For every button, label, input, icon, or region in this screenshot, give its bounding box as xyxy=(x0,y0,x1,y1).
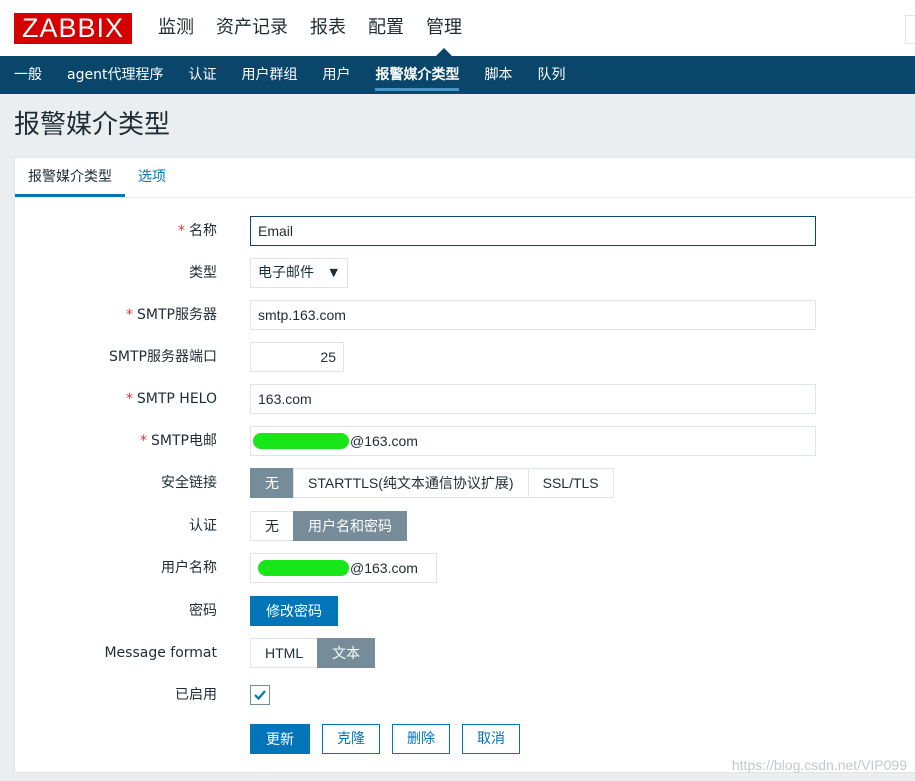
tab-media-type[interactable]: 报警媒介类型 xyxy=(15,158,125,197)
row-type: 类型 电子邮件 ▼ xyxy=(15,258,895,288)
smtp-helo-label: * SMTP HELO xyxy=(125,391,217,407)
clone-button[interactable]: 克隆 xyxy=(322,724,380,754)
enabled-label: 已启用 xyxy=(175,687,217,703)
subnav-media-types[interactable]: 报警媒介类型 xyxy=(375,56,460,94)
form-actions: 更新 克隆 删除 取消 xyxy=(15,724,895,754)
subnav-general[interactable]: 一般 xyxy=(14,56,42,94)
row-smtp-email: * SMTP电邮 @163.com xyxy=(15,426,895,456)
menu-monitoring[interactable]: 监测 xyxy=(158,0,194,56)
checkmark-icon xyxy=(254,690,266,701)
auth-option-none[interactable]: 无 xyxy=(250,511,294,541)
message-format-option-html[interactable]: HTML xyxy=(250,638,319,668)
name-label: * 名称 xyxy=(178,223,217,239)
message-format-segmented-control: HTML 文本 xyxy=(250,638,376,668)
subnav-scripts[interactable]: 脚本 xyxy=(484,56,512,94)
row-authentication: 认证 无 用户名和密码 xyxy=(15,511,895,541)
password-label: 密码 xyxy=(189,603,217,619)
top-header: ZABBIX 监测 资产记录 报表 配置 管理 xyxy=(0,0,915,56)
subnav-users[interactable]: 用户 xyxy=(322,56,350,94)
cancel-button[interactable]: 取消 xyxy=(462,724,520,754)
required-asterisk: * xyxy=(126,307,134,323)
redaction-mark xyxy=(253,433,349,449)
media-type-form-panel: 报警媒介类型 选项 * 名称 Email 类型 电子邮件 ▼ * SMTP服务器 s… xyxy=(14,157,915,773)
tab-options[interactable]: 选项 xyxy=(125,158,179,197)
subnav-user-groups[interactable]: 用户群组 xyxy=(241,56,297,94)
row-smtp-server: * SMTP服务器 smtp.163.com xyxy=(15,300,895,330)
auth-segmented-control: 无 用户名和密码 xyxy=(250,511,407,541)
security-label: 安全链接 xyxy=(161,475,217,491)
update-button[interactable]: 更新 xyxy=(250,724,310,754)
row-enabled: 已启用 xyxy=(15,680,895,710)
menu-reports[interactable]: 报表 xyxy=(310,0,346,56)
page-title: 报警媒介类型 xyxy=(14,110,171,140)
menu-administration[interactable]: 管理 xyxy=(426,0,462,56)
enabled-checkbox[interactable] xyxy=(250,685,270,705)
smtp-port-input[interactable]: 25 xyxy=(250,342,344,372)
required-asterisk: * xyxy=(178,223,185,239)
subnav-authentication[interactable]: 认证 xyxy=(188,56,216,94)
message-format-option-text[interactable]: 文本 xyxy=(317,638,376,668)
smtp-email-label: * SMTP电邮 xyxy=(140,433,217,449)
message-format-label: Message format xyxy=(104,645,217,661)
delete-button[interactable]: 删除 xyxy=(392,724,450,754)
form-tabs: 报警媒介类型 选项 xyxy=(15,158,915,198)
auth-option-username-password[interactable]: 用户名和密码 xyxy=(293,511,407,541)
menu-inventory[interactable]: 资产记录 xyxy=(216,0,288,56)
type-select[interactable]: 电子邮件 ▼ xyxy=(250,258,348,288)
security-option-starttls[interactable]: STARTTLS(纯文本通信协议扩展) xyxy=(293,468,529,498)
subnav-queue[interactable]: 队列 xyxy=(537,56,565,94)
zabbix-logo[interactable]: ZABBIX xyxy=(14,13,132,44)
smtp-email-domain: @163.com xyxy=(350,433,418,449)
sub-navigation: 一般 agent代理程序 认证 用户群组 用户 报警媒介类型 脚本 队列 xyxy=(0,56,915,94)
smtp-email-input[interactable]: @163.com xyxy=(250,426,816,456)
auth-label: 认证 xyxy=(189,518,217,534)
smtp-helo-input[interactable]: 163.com xyxy=(250,384,816,414)
username-domain: @163.com xyxy=(350,560,418,576)
smtp-server-input[interactable]: smtp.163.com xyxy=(250,300,816,330)
search-input[interactable] xyxy=(905,15,915,44)
smtp-server-label: * SMTP服务器 xyxy=(126,307,217,323)
row-password: 密码 修改密码 xyxy=(15,596,895,626)
row-security: 安全链接 无 STARTTLS(纯文本通信协议扩展) SSL/TLS xyxy=(15,468,895,498)
required-asterisk: * xyxy=(140,433,148,449)
security-option-ssl-tls[interactable]: SSL/TLS xyxy=(527,468,614,498)
menu-configuration[interactable]: 配置 xyxy=(368,0,404,56)
name-input[interactable]: Email xyxy=(250,216,816,246)
redaction-mark xyxy=(258,560,349,576)
dropdown-arrow-icon: ▼ xyxy=(329,266,338,279)
required-asterisk: * xyxy=(125,391,133,407)
main-menu: 监测 资产记录 报表 配置 管理 xyxy=(158,0,484,56)
row-username: 用户名称 @163.com xyxy=(15,553,895,583)
watermark: https://blog.csdn.net/VIP099 xyxy=(731,757,907,773)
smtp-port-label: SMTP服务器端口 xyxy=(109,349,217,365)
row-message-format: Message format HTML 文本 xyxy=(15,638,895,668)
row-smtp-helo: * SMTP HELO 163.com xyxy=(15,384,895,414)
security-segmented-control: 无 STARTTLS(纯文本通信协议扩展) SSL/TLS xyxy=(250,468,614,498)
change-password-button[interactable]: 修改密码 xyxy=(250,596,338,626)
row-name: * 名称 Email xyxy=(15,216,895,246)
security-option-none[interactable]: 无 xyxy=(250,468,294,498)
type-label: 类型 xyxy=(189,265,217,281)
row-smtp-port: SMTP服务器端口 25 xyxy=(15,342,895,372)
username-input[interactable]: @163.com xyxy=(250,553,437,583)
username-label: 用户名称 xyxy=(161,560,217,576)
subnav-proxies[interactable]: agent代理程序 xyxy=(67,56,163,94)
